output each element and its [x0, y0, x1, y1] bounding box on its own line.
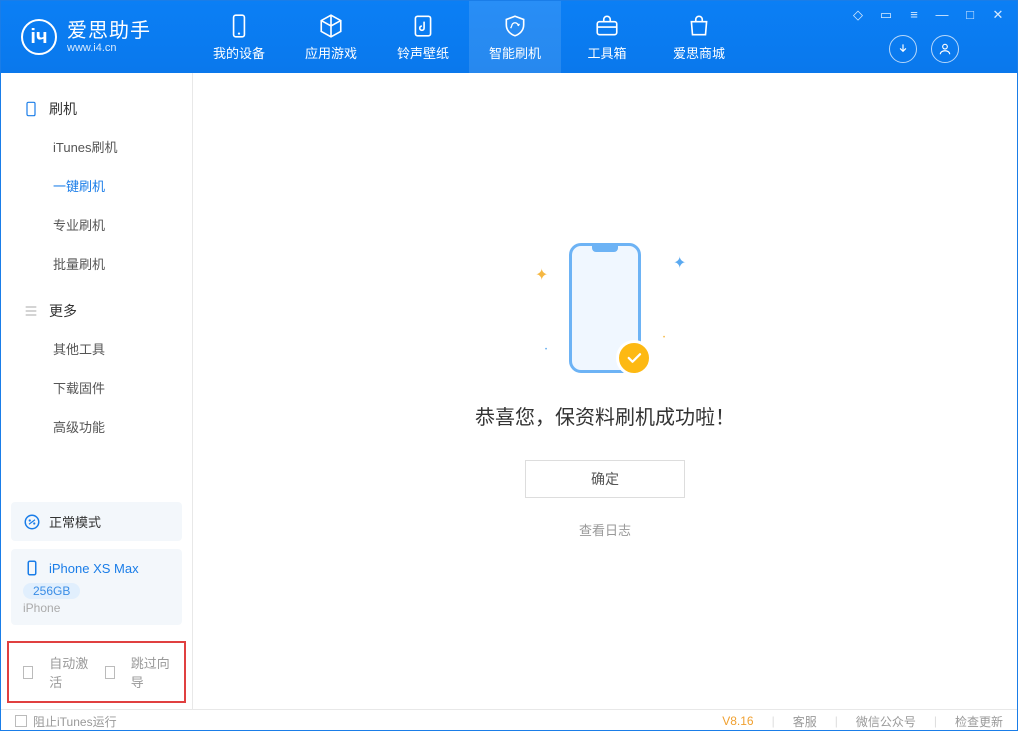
- app-url: www.i4.cn: [67, 42, 151, 54]
- statusbar: 阻止iTunes运行 V8.16 | 客服 | 微信公众号 | 检查更新: [1, 709, 1017, 732]
- music-file-icon: [410, 13, 436, 39]
- link-support[interactable]: 客服: [793, 713, 817, 730]
- phone-outline-icon: [569, 243, 641, 373]
- tab-toolbox[interactable]: 工具箱: [561, 1, 653, 73]
- view-log-link[interactable]: 查看日志: [579, 520, 631, 539]
- device-icon: [226, 13, 252, 39]
- phone-icon: [23, 101, 39, 117]
- success-illustration: ✦ ✦ • •: [569, 243, 641, 373]
- tab-ringtone-wallpaper[interactable]: 铃声壁纸: [377, 1, 469, 73]
- check-icon: [625, 349, 643, 367]
- sparkle-icon: ✦: [673, 253, 681, 261]
- highlighted-options: 自动激活 跳过向导: [7, 641, 186, 703]
- sidebar-item-itunes-flash[interactable]: iTunes刷机: [1, 127, 192, 166]
- device-storage: 256GB: [23, 583, 80, 599]
- link-wechat[interactable]: 微信公众号: [856, 713, 916, 730]
- shopping-bag-icon: [686, 13, 712, 39]
- sidebar: 刷机 iTunes刷机 一键刷机 专业刷机 批量刷机 更多 其他工具 下载固件 …: [1, 73, 193, 709]
- mode-panel[interactable]: 正常模式: [11, 502, 182, 541]
- menu-icon[interactable]: ≡: [905, 7, 923, 23]
- sparkle-icon: •: [545, 347, 553, 355]
- sidebar-section-flash: 刷机: [1, 91, 192, 127]
- checkbox-block-itunes[interactable]: [15, 715, 27, 727]
- label-block-itunes: 阻止iTunes运行: [33, 713, 117, 730]
- nav-tabs: 我的设备 应用游戏 铃声壁纸 智能刷机 工具箱 爱思商城: [193, 1, 745, 73]
- ok-button[interactable]: 确定: [525, 460, 685, 498]
- main-content: ✦ ✦ • • 恭喜您，保资料刷机成功啦！ 确定 查看日志: [193, 73, 1017, 709]
- checkbox-auto-activate[interactable]: [23, 666, 33, 679]
- skin-icon[interactable]: ◇: [849, 7, 867, 23]
- sidebar-section-more: 更多: [1, 293, 192, 329]
- tab-apps-games[interactable]: 应用游戏: [285, 1, 377, 73]
- tab-store[interactable]: 爱思商城: [653, 1, 745, 73]
- tab-smart-flash[interactable]: 智能刷机: [469, 1, 561, 73]
- label-auto-activate: 自动激活: [49, 653, 88, 691]
- sidebar-item-pro-flash[interactable]: 专业刷机: [1, 205, 192, 244]
- device-phone-icon: [23, 559, 41, 577]
- titlebar: iч 爱思助手 www.i4.cn 我的设备 应用游戏 铃声壁纸 智能刷机 工具…: [1, 1, 1017, 73]
- window-controls: ◇ ▭ ≡ — □ ✕: [849, 7, 1007, 23]
- device-type: iPhone: [23, 601, 170, 615]
- sidebar-item-batch-flash[interactable]: 批量刷机: [1, 244, 192, 283]
- maximize-icon[interactable]: □: [961, 7, 979, 23]
- sidebar-item-other-tools[interactable]: 其他工具: [1, 329, 192, 368]
- version-label: V8.16: [722, 714, 753, 728]
- close-icon[interactable]: ✕: [989, 7, 1007, 23]
- tab-my-device[interactable]: 我的设备: [193, 1, 285, 73]
- user-button[interactable]: [931, 35, 959, 63]
- app-logo-icon: iч: [21, 19, 57, 55]
- label-skip-guide: 跳过向导: [131, 653, 170, 691]
- download-button[interactable]: [889, 35, 917, 63]
- device-panel[interactable]: iPhone XS Max 256GB iPhone: [11, 549, 182, 625]
- success-check-badge: [616, 340, 652, 376]
- sparkle-icon: •: [663, 335, 671, 343]
- cube-icon: [318, 13, 344, 39]
- sidebar-item-advanced[interactable]: 高级功能: [1, 407, 192, 446]
- download-icon: [896, 42, 910, 56]
- user-icon: [938, 42, 952, 56]
- device-name: iPhone XS Max: [49, 561, 139, 576]
- app-title: 爱思助手: [67, 20, 151, 42]
- checkbox-skip-guide[interactable]: [105, 666, 115, 679]
- minimize-icon[interactable]: —: [933, 7, 951, 23]
- success-message: 恭喜您，保资料刷机成功啦！: [475, 401, 735, 430]
- toolbox-icon: [594, 13, 620, 39]
- list-icon: [23, 303, 39, 319]
- sparkle-icon: ✦: [535, 265, 543, 273]
- sidebar-item-oneclick-flash[interactable]: 一键刷机: [1, 166, 192, 205]
- feedback-icon[interactable]: ▭: [877, 7, 895, 23]
- refresh-shield-icon: [502, 13, 528, 39]
- mode-icon: [23, 513, 41, 531]
- sidebar-item-download-firmware[interactable]: 下载固件: [1, 368, 192, 407]
- logo-area: iч 爱思助手 www.i4.cn: [1, 19, 193, 55]
- link-check-update[interactable]: 检查更新: [955, 713, 1003, 730]
